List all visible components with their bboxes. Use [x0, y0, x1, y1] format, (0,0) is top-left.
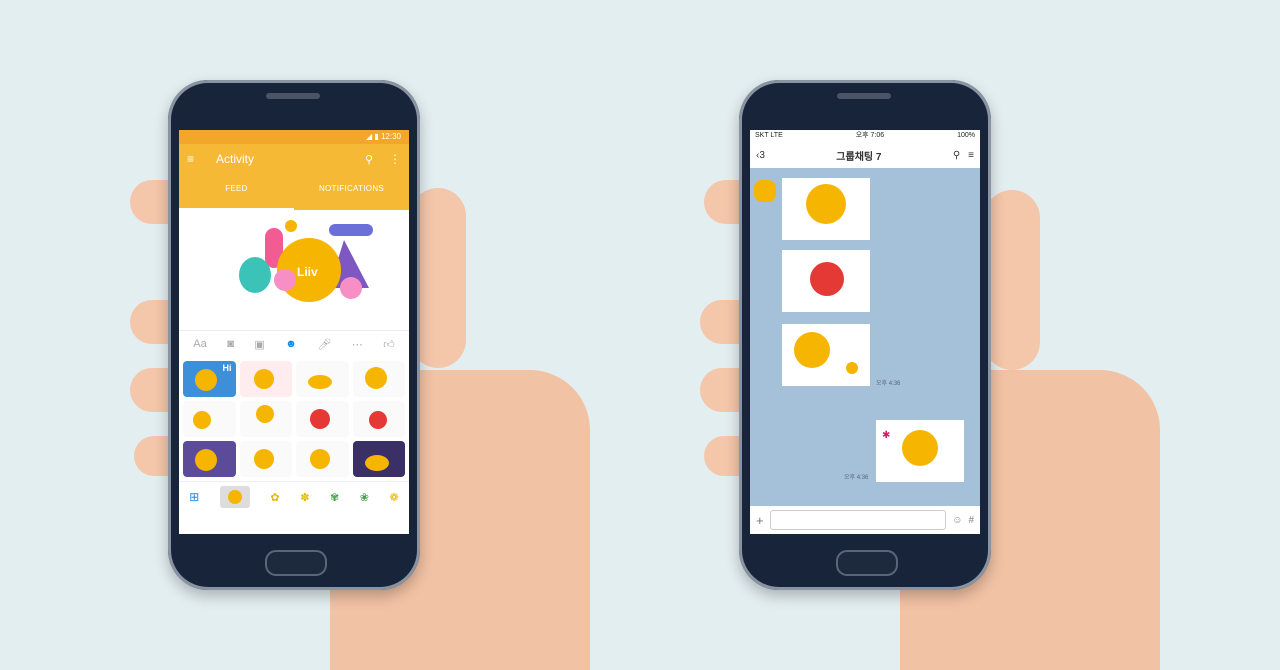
app-bar: ≡ Activity ⚲ ⋮ [179, 144, 409, 174]
gallery-icon[interactable]: ▣ [254, 338, 264, 351]
camera-icon[interactable]: ◙ [227, 338, 234, 350]
avatar[interactable] [754, 180, 776, 202]
sticker-apple[interactable] [352, 401, 405, 437]
sticker-sunglasses[interactable] [183, 441, 236, 477]
plus-icon[interactable]: + [756, 513, 764, 528]
right-phone: SKT LTE 오후 7:06 100% ‹3 그룹채팅 7 ⚲ ≡ 오후 4:… [739, 80, 991, 590]
sticker-store-icon[interactable]: ⊞ [189, 490, 199, 504]
sticker-hearts[interactable] [239, 361, 292, 397]
status-bar: SKT LTE 오후 7:06 100% [750, 130, 980, 142]
sticker-pack-2[interactable]: ✿ [270, 491, 279, 504]
signal-icon: ◢ ▮ [365, 132, 381, 141]
status-time: 12:30 [380, 132, 401, 141]
more-icon[interactable]: ⋯ [352, 338, 363, 351]
sticker-wings[interactable] [296, 361, 349, 397]
message-input-bar: + ☺ # [750, 506, 980, 534]
sticker-rolling[interactable] [183, 401, 236, 437]
sticker-night[interactable] [352, 441, 405, 477]
sticker-grid: Hi [179, 357, 409, 481]
home-button[interactable] [836, 550, 898, 576]
battery-label: 100% [957, 132, 975, 139]
sticker-pack-6[interactable]: ❁ [389, 491, 398, 504]
microphone-icon[interactable]: 🎤︎ [317, 338, 331, 351]
home-button[interactable] [265, 550, 327, 576]
app-title: Activity [216, 152, 255, 166]
tab-notifications[interactable]: NOTIFICATIONS [294, 174, 409, 210]
sticker-hi-text: Hi [222, 363, 232, 373]
message-time-3: 오후 4:36 [876, 381, 901, 387]
composer-toolbar: Aa ◙ ▣ ☻ 🎤︎ ⋯ 👍︎ [179, 330, 409, 357]
message-sticker-1[interactable] [782, 178, 870, 240]
sticker-shy[interactable] [296, 441, 349, 477]
menu-icon[interactable]: ≡ [968, 150, 974, 161]
sticker-icon[interactable]: ☻ [285, 338, 297, 350]
message-input[interactable] [769, 510, 947, 530]
sticker-fire[interactable] [296, 401, 349, 437]
sticker-hi-city[interactable]: Hi [183, 361, 236, 397]
search-icon[interactable]: ⚲ [365, 153, 373, 166]
sticker-gift[interactable] [239, 401, 292, 437]
sticker-pack-3[interactable]: ✽ [300, 491, 309, 504]
search-icon[interactable]: ⚲ [953, 150, 960, 161]
sticker-party[interactable] [239, 441, 292, 477]
hero-sticker-text: Liiv [297, 265, 318, 279]
speaker-grille [837, 93, 891, 99]
back-button[interactable]: ‹3 [756, 150, 765, 161]
menu-icon[interactable]: ≡ [187, 152, 194, 166]
text-style-icon[interactable]: Aa [193, 338, 206, 350]
sticker-pack-5[interactable]: ❀ [360, 491, 369, 504]
message-time-4: 오후 4:36 [844, 475, 869, 481]
tab-bar: FEED NOTIFICATIONS [179, 174, 409, 210]
sticker-waving[interactable] [352, 361, 405, 397]
message-sticker-2[interactable] [782, 250, 870, 312]
carrier-label: SKT LTE [755, 132, 783, 139]
hero-sticker-illustration: Liiv [239, 220, 373, 302]
left-screen: ◢ ▮ 12:30 ≡ Activity ⚲ ⋮ FEED NOTIFICATI… [179, 130, 409, 534]
message-sticker-4[interactable]: ✱ [876, 420, 964, 482]
chat-area: 오후 4:36 ✱ 오후 4:36 [750, 168, 980, 506]
emoji-icon[interactable]: ☺ [952, 515, 962, 526]
sticker-pack-liiv[interactable] [219, 486, 250, 508]
overflow-menu-icon[interactable]: ⋮ [389, 152, 401, 166]
speaker-grille [266, 93, 320, 99]
tab-feed[interactable]: FEED [179, 174, 294, 210]
right-screen: SKT LTE 오후 7:06 100% ‹3 그룹채팅 7 ⚲ ≡ 오후 4:… [750, 130, 980, 534]
sticker-pack-4[interactable]: ✾ [330, 491, 339, 504]
like-icon[interactable]: 👍︎ [383, 338, 395, 351]
message-sticker-3[interactable] [782, 324, 870, 386]
left-phone: ◢ ▮ 12:30 ≡ Activity ⚲ ⋮ FEED NOTIFICATI… [168, 80, 420, 590]
sticker-pack-bar: ⊞ ✿ ✽ ✾ ❀ ❁ [179, 481, 409, 512]
chat-nav-bar: ‹3 그룹채팅 7 ⚲ ≡ [750, 142, 980, 169]
right-thumb [984, 190, 1040, 370]
chat-title: 그룹채팅 7 [836, 151, 882, 163]
sparkle-icon: ✱ [882, 430, 891, 441]
status-bar: ◢ ▮ 12:30 [179, 130, 409, 144]
hero-sticker: Liiv [179, 210, 409, 330]
hashtag-button[interactable]: # [968, 515, 974, 526]
status-time: 오후 7:06 [855, 132, 885, 139]
